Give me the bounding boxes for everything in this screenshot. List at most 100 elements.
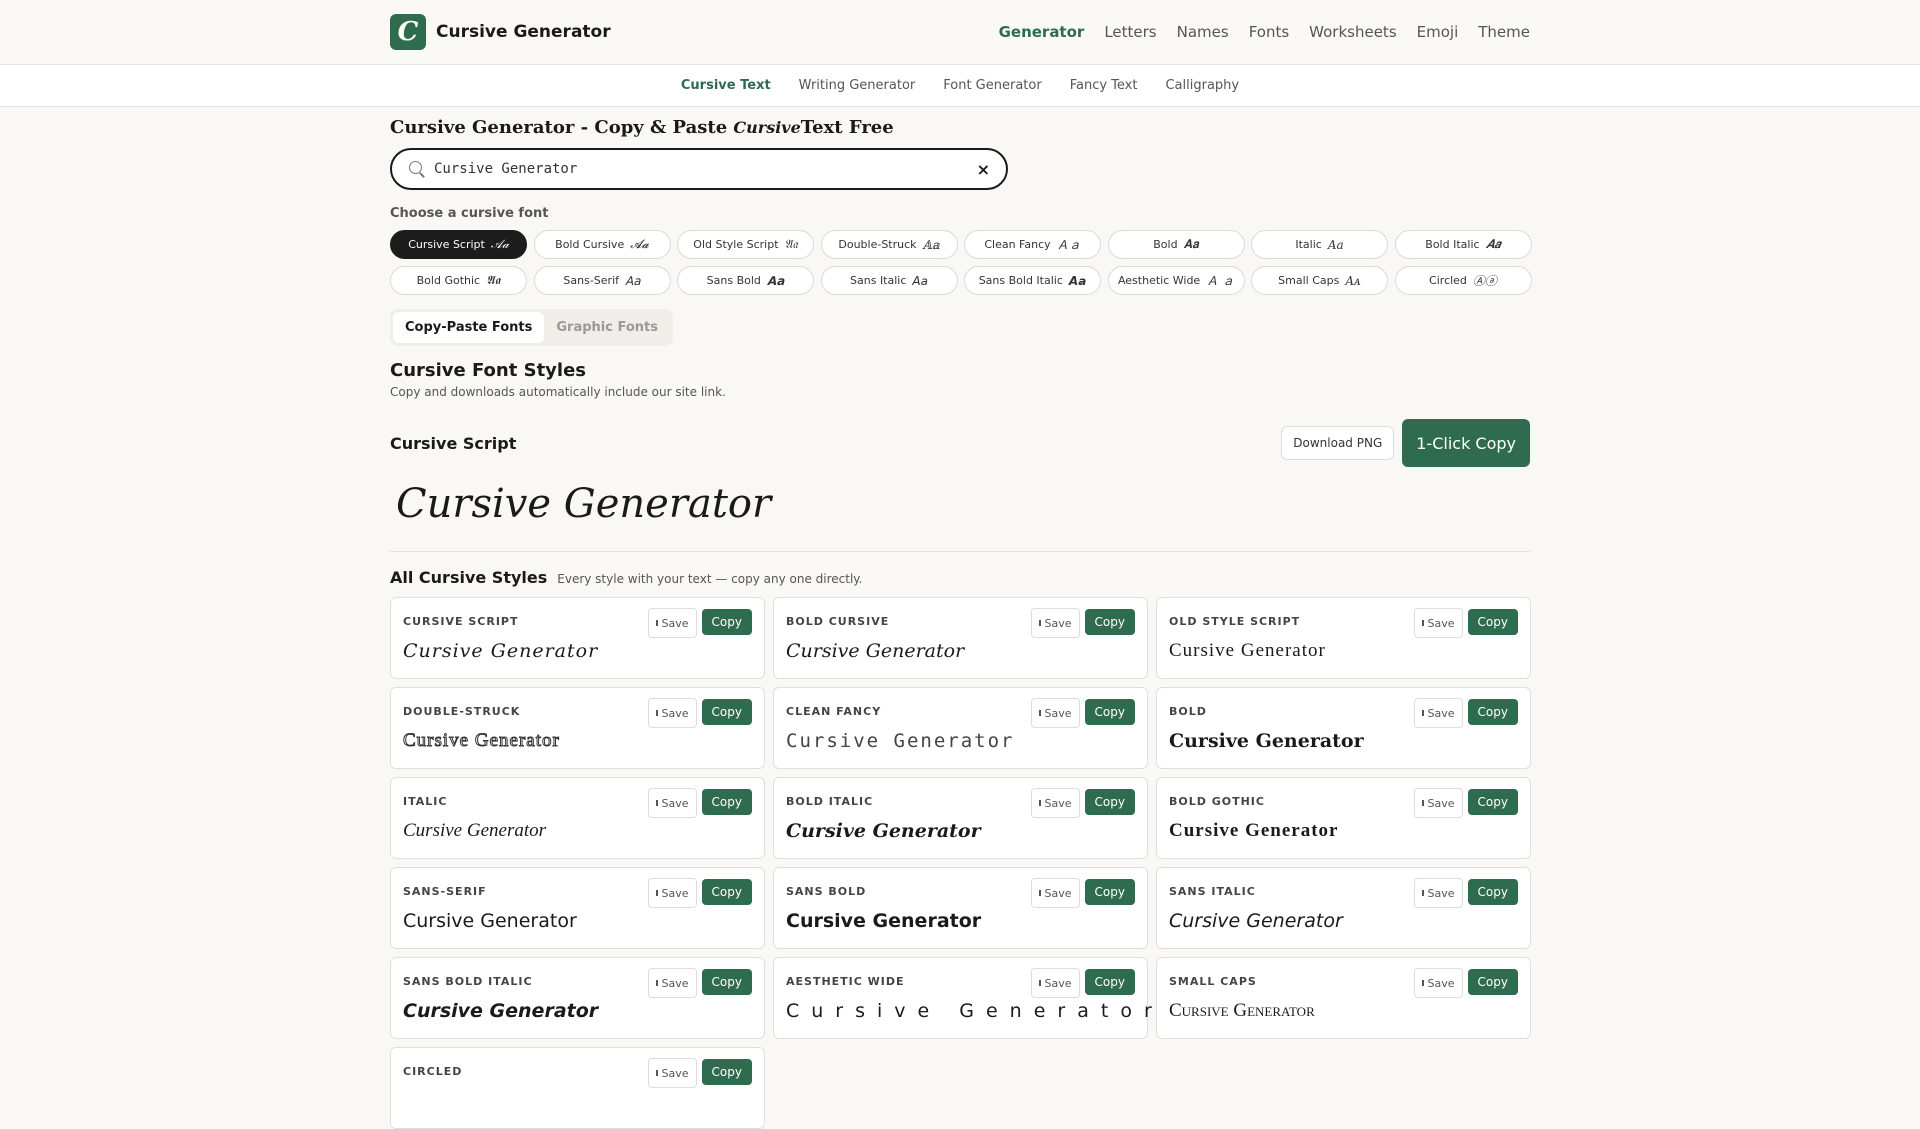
card-title: ITALIC [403, 795, 448, 808]
copy-button[interactable]: Copy [701, 789, 752, 815]
copy-button[interactable]: Copy [701, 609, 752, 635]
search-input[interactable] [432, 160, 977, 178]
bookmark-icon [1038, 800, 1041, 806]
save-button[interactable]: Save [1413, 878, 1463, 908]
font-chip[interactable]: Italic 𝐴𝑎 [1251, 230, 1388, 259]
font-chip[interactable]: Bold Gothic 𝕬𝖆 [390, 266, 527, 295]
font-chip[interactable]: Sans-Serif 𝖠𝖺 [533, 266, 671, 295]
font-chip-list: Cursive Script 𝒜𝒶 Bold Cursive 𝓐𝓪 Old Style … [390, 230, 1532, 295]
font-chip[interactable]: Clean Fancy Ａａ [964, 230, 1101, 259]
card-preview-text: Cursive Generator [786, 1000, 1164, 1022]
save-button[interactable]: Save [1413, 698, 1463, 728]
copy-button[interactable]: Copy [701, 699, 752, 725]
font-chip[interactable]: Sans Italic 𝘈𝘢 [820, 266, 958, 295]
copy-button[interactable]: Copy [701, 969, 752, 995]
card-header: CIRCLED Save Copy [403, 1058, 752, 1088]
font-type-tabs: Copy-Paste Fonts Graphic Fonts [390, 309, 673, 346]
subnav-font-generator[interactable]: Font Generator [943, 78, 1041, 93]
chip-sample: 𝘈𝘢 [912, 273, 928, 288]
card-header: BOLD CURSIVE Save Copy [786, 608, 1135, 638]
chip-label: Sans Bold Italic [978, 274, 1063, 287]
font-chip[interactable]: Small Caps Aᴀ [1251, 266, 1388, 295]
nav-names[interactable]: Names [1177, 23, 1229, 41]
save-button[interactable]: Save [647, 698, 697, 728]
chip-label: Old Style Script [693, 238, 779, 251]
download-png-button[interactable]: Download PNG [1281, 426, 1395, 460]
save-button[interactable]: Save [1413, 968, 1463, 998]
sub-nav: Cursive Text Writing Generator Font Gene… [0, 65, 1920, 107]
chip-label: Bold Gothic [416, 274, 481, 287]
font-chip[interactable]: Sans Bold 𝗔𝗮 [677, 266, 814, 295]
chip-sample: 𝐀𝐚 [1183, 237, 1199, 251]
save-button[interactable]: Save [647, 1058, 697, 1088]
copy-button[interactable]: Copy [701, 879, 752, 905]
card-actions: Save Copy [647, 608, 752, 638]
chip-label: Bold [1153, 238, 1178, 251]
copy-button[interactable]: Copy [1467, 969, 1518, 995]
save-button[interactable]: Save [1030, 788, 1080, 818]
save-button[interactable]: Save [1030, 698, 1080, 728]
nav-letters[interactable]: Letters [1104, 23, 1156, 41]
copy-button[interactable]: Copy [701, 1059, 752, 1085]
card-preview-text: Cursive Generator [403, 730, 560, 752]
font-chip[interactable]: Cursive Script 𝒜𝒶 [390, 230, 527, 259]
subnav-cursive-text[interactable]: Cursive Text [681, 78, 771, 93]
font-chip[interactable]: Bold Cursive 𝓐𝓪 [533, 230, 671, 259]
main-content: Cursive Generator - Copy & Paste Cursive… [390, 117, 1532, 1129]
subnav-calligraphy[interactable]: Calligraphy [1165, 78, 1239, 93]
save-button[interactable]: Save [647, 968, 697, 998]
chip-sample: 𝘼𝙖 [1068, 273, 1087, 288]
brand[interactable]: C Cursive Generator [390, 14, 611, 50]
style-card: BOLD CURSIVE Save Copy Cursive Generator [773, 597, 1148, 679]
font-chip[interactable]: Bold Italic 𝑨𝒂 [1394, 230, 1532, 259]
save-label: Save [1044, 616, 1072, 630]
card-actions: Save Copy [1030, 968, 1135, 998]
font-chip[interactable]: Aesthetic Wide Ａ ａ [1107, 266, 1245, 295]
save-button[interactable]: Save [647, 788, 697, 818]
font-chip[interactable]: Old Style Script 𝔄𝔞 [677, 230, 814, 259]
feature-actions: Download PNG 1-Click Copy [1281, 419, 1530, 467]
font-chip[interactable]: Double-Struck 𝔸𝕒 [820, 230, 958, 259]
copy-button[interactable]: Copy [1084, 879, 1135, 905]
card-actions: Save Copy [647, 878, 752, 908]
save-button[interactable]: Save [1413, 608, 1463, 638]
save-button[interactable]: Save [1030, 878, 1080, 908]
save-button[interactable]: Save [1030, 968, 1080, 998]
tab-graphic-fonts[interactable]: Graphic Fonts [544, 312, 670, 343]
card-header: SANS-SERIF Save Copy [403, 878, 752, 908]
copy-button[interactable]: Copy [1467, 879, 1518, 905]
card-preview-text: Cursive Generator [403, 820, 547, 841]
all-styles-description: Every style with your text — copy any on… [557, 572, 863, 586]
save-button[interactable]: Save [647, 608, 697, 638]
font-chip[interactable]: Sans Bold Italic 𝘼𝙖 [964, 266, 1101, 295]
copy-button[interactable]: Copy [1467, 699, 1518, 725]
bookmark-icon [655, 620, 658, 626]
copy-button[interactable]: Copy [1084, 609, 1135, 635]
save-button[interactable]: Save [1030, 608, 1080, 638]
nav-generator[interactable]: Generator [999, 23, 1085, 41]
nav-theme[interactable]: Theme [1478, 23, 1530, 41]
save-label: Save [1427, 706, 1455, 720]
card-actions: Save Copy [1413, 878, 1518, 908]
subnav-writing-generator[interactable]: Writing Generator [799, 78, 916, 93]
card-title: DOUBLE-STRUCK [403, 705, 521, 718]
copy-button[interactable]: Copy [1084, 789, 1135, 815]
tab-copy-paste-fonts[interactable]: Copy-Paste Fonts [393, 312, 545, 343]
font-chip[interactable]: Circled Ⓐⓐ [1394, 266, 1532, 295]
copy-button[interactable]: Copy [1467, 789, 1518, 815]
font-chip[interactable]: Bold 𝐀𝐚 [1107, 230, 1245, 259]
save-button[interactable]: Save [647, 878, 697, 908]
nav-worksheets[interactable]: Worksheets [1309, 23, 1396, 41]
bookmark-icon [655, 1070, 658, 1076]
save-button[interactable]: Save [1413, 788, 1463, 818]
copy-button[interactable]: Copy [1467, 609, 1518, 635]
close-icon[interactable]: × [977, 160, 990, 179]
all-styles-header: All Cursive Styles Every style with your… [390, 568, 1530, 587]
nav-fonts[interactable]: Fonts [1249, 23, 1289, 41]
nav-emoji[interactable]: Emoji [1417, 23, 1459, 41]
card-preview-text: Cursive Generator [1169, 640, 1326, 661]
one-click-copy-button[interactable]: 1-Click Copy [1402, 419, 1530, 467]
subnav-fancy-text[interactable]: Fancy Text [1070, 78, 1138, 93]
copy-button[interactable]: Copy [1084, 699, 1135, 725]
copy-button[interactable]: Copy [1084, 969, 1135, 995]
